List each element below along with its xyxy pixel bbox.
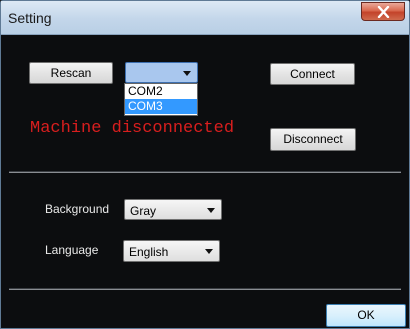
rescan-button[interactable]: Rescan <box>29 62 113 84</box>
language-label: Language <box>45 243 99 257</box>
section-divider <box>9 171 401 173</box>
close-button[interactable] <box>361 2 405 21</box>
port-option-com2[interactable]: COM2 <box>125 84 197 99</box>
chevron-down-icon <box>205 249 213 254</box>
connection-status: Machine disconnected <box>30 119 235 138</box>
disconnect-button[interactable]: Disconnect <box>270 128 356 151</box>
background-select-value: Gray <box>130 204 157 218</box>
chevron-down-icon <box>183 71 191 76</box>
language-select[interactable]: English <box>123 240 220 262</box>
connect-button[interactable]: Connect <box>270 63 355 85</box>
background-label: Background <box>45 202 110 216</box>
language-select-value: English <box>129 245 169 259</box>
chevron-down-icon <box>207 208 215 213</box>
settings-window: Setting Rescan COM2 COM3 Connect Machine… <box>0 0 410 329</box>
window-title: Setting <box>8 10 52 26</box>
close-icon <box>377 6 390 18</box>
port-option-com3[interactable]: COM3 <box>125 99 197 114</box>
ok-button[interactable]: OK <box>326 304 406 327</box>
title-bar: Setting <box>1 1 409 35</box>
footer-divider <box>9 288 401 290</box>
port-dropdown-list: COM2 COM3 <box>124 83 198 116</box>
port-select[interactable] <box>125 62 198 83</box>
background-select[interactable]: Gray <box>124 199 222 220</box>
